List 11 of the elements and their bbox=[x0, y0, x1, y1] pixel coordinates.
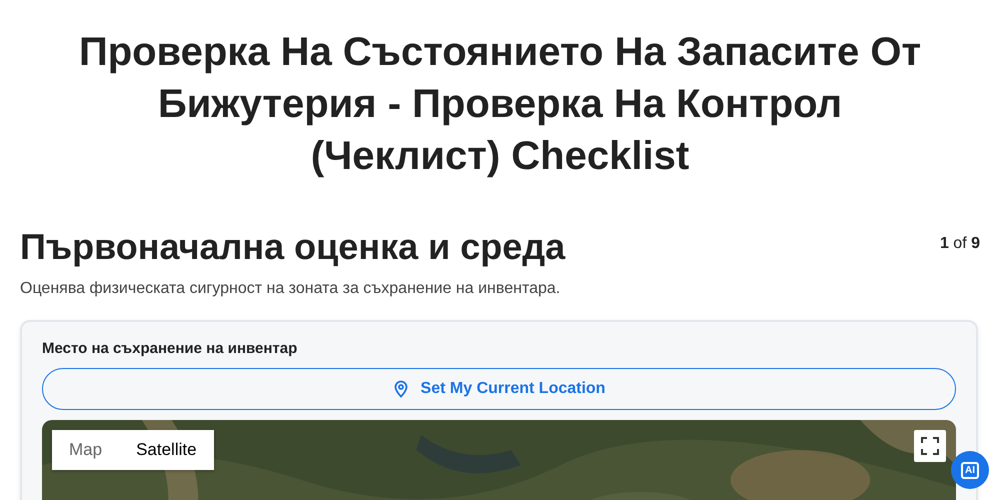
page-title: Проверка На Състоянието На Запасите От Бижутерия - Проверка На Контрол (Чеклист) Checklist bbox=[78, 29, 922, 180]
set-location-button[interactable]: Set My Current Location bbox=[42, 368, 956, 410]
field-label: Место на съхранение на инвентар bbox=[42, 340, 298, 357]
map-type-tab[interactable]: Satellite bbox=[119, 430, 214, 470]
step-counter: 1 of 9 bbox=[940, 235, 980, 253]
section-description: Оценява физическата сигурност на зоната за съхранение на инвентара. bbox=[20, 280, 562, 298]
fullscreen-button[interactable] bbox=[914, 430, 946, 462]
location-pin-icon bbox=[392, 380, 409, 398]
section-heading: Първоначална оценка и среда bbox=[20, 226, 566, 268]
map-type-tab[interactable]: Map bbox=[52, 430, 120, 470]
fullscreen-icon bbox=[920, 436, 940, 456]
